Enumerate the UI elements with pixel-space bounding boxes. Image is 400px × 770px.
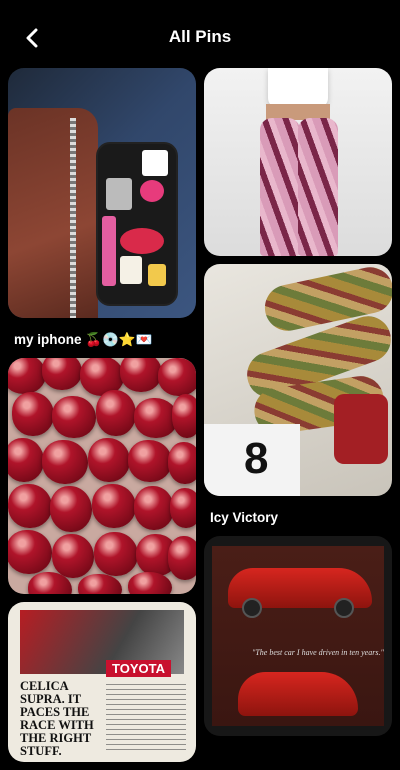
ad-headline-text: CELICA SUPRA. IT PACES THE RACE WITH THE… (20, 679, 94, 758)
pin-image-car-ad[interactable]: "The best car I have driven in ten years… (204, 536, 392, 736)
page-title: All Pins (168, 27, 232, 46)
pin-image-pomegranate[interactable] (8, 358, 196, 594)
pins-column-left: my iphone 🍒💿⭐💌 TOYOTA CELICA SUPRA. IT P… (8, 68, 196, 770)
pin-image-pants[interactable] (204, 68, 392, 256)
pin-image-legs[interactable]: 8 (204, 264, 392, 496)
ad-quote-text: "The best car I have driven in ten years… (252, 648, 384, 657)
pin-caption: Icy Victory (210, 510, 279, 525)
pin-image-toyota-ad[interactable]: TOYOTA CELICA SUPRA. IT PACES THE RACE W… (8, 602, 196, 762)
pin-image-phone[interactable] (8, 68, 196, 318)
pins-column-right: 8 Icy Victory "The best car I have drive… (204, 68, 392, 744)
pin-caption: my iphone 🍒💿⭐💌 (14, 332, 153, 347)
header-bar: All Pins (0, 0, 400, 70)
ad-brand-text: TOYOTA (106, 660, 171, 677)
